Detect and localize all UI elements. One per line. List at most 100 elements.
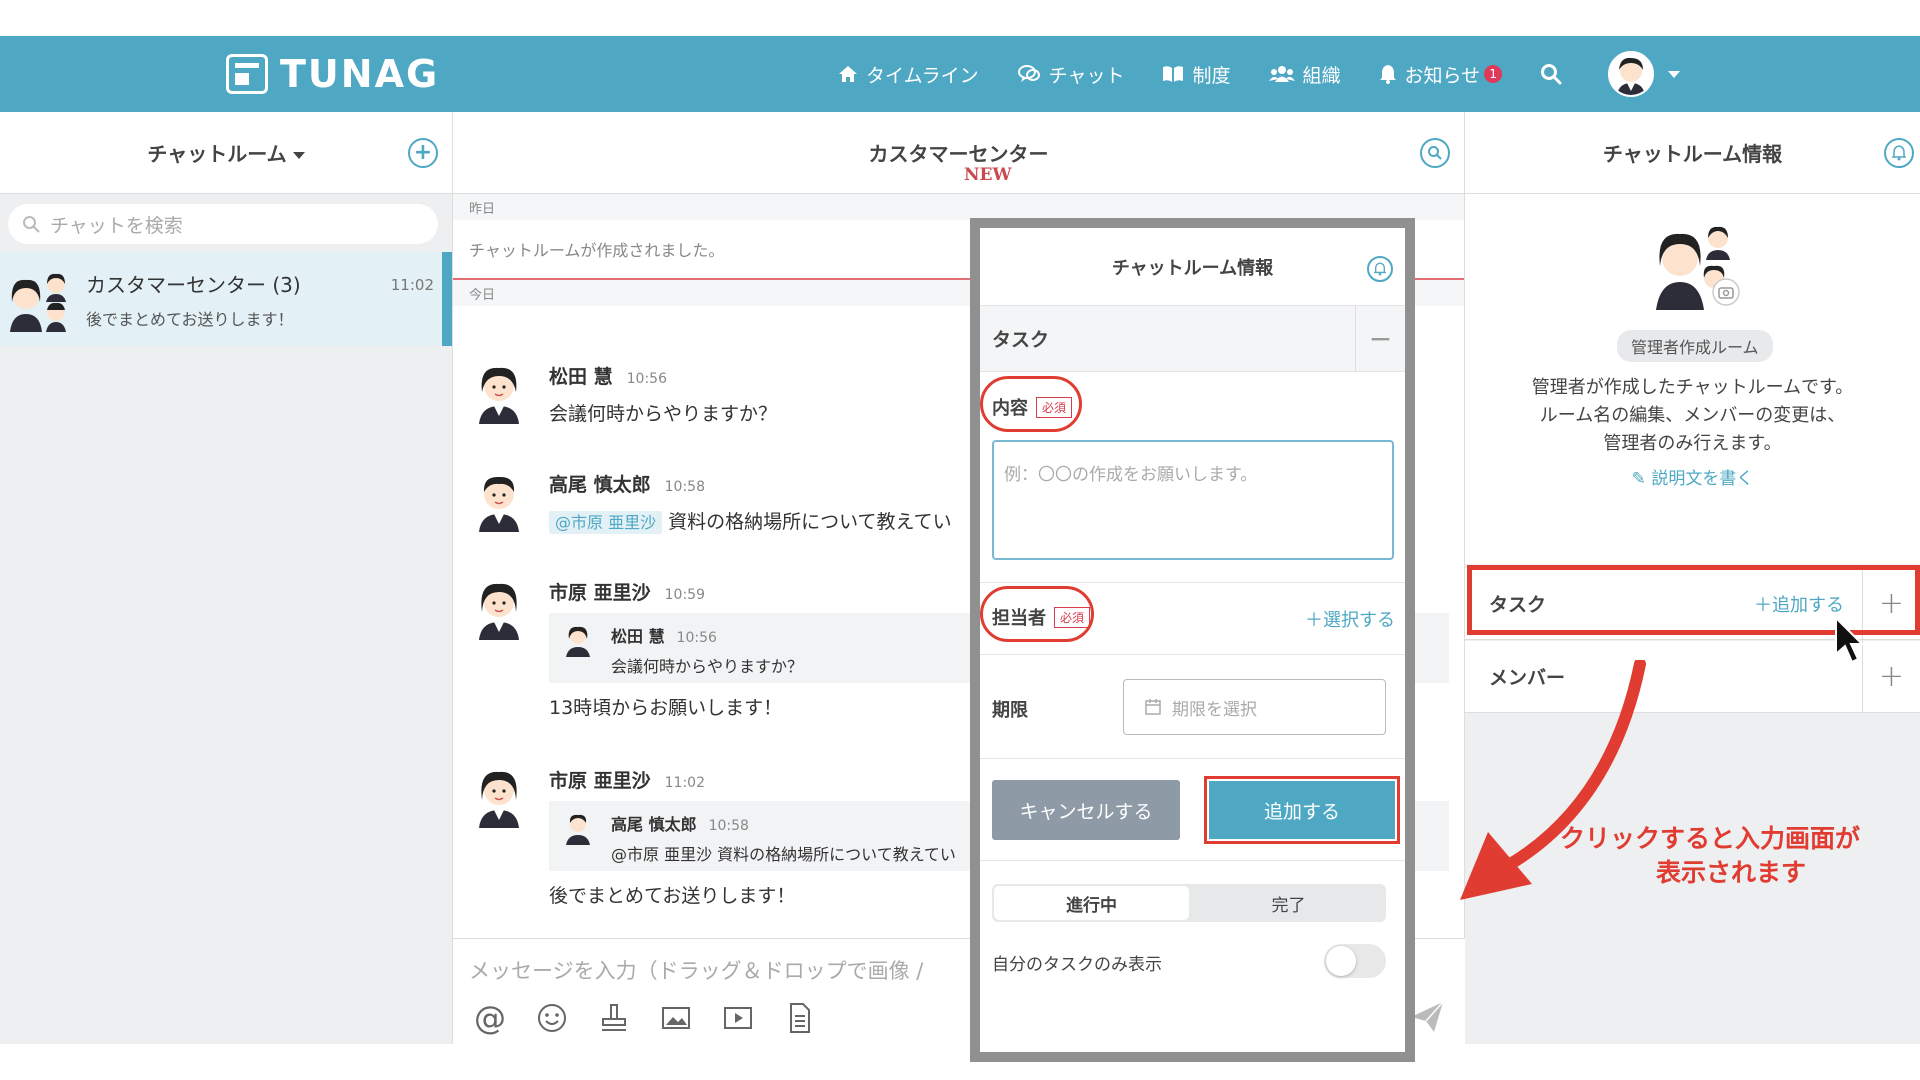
plus-icon: + — [1878, 659, 1905, 694]
nav-system[interactable]: 制度 — [1162, 61, 1231, 88]
group-avatar[interactable] — [1650, 220, 1740, 310]
room-last-message: 後でまとめてお送りします！ — [86, 309, 294, 329]
notification-badge: 1 — [1484, 65, 1503, 83]
user-menu[interactable] — [1608, 51, 1681, 97]
bell-icon — [1374, 262, 1386, 276]
select-assignee-link[interactable]: ＋選択する — [1305, 606, 1395, 632]
avatar — [473, 766, 525, 828]
minus-icon: − — [1368, 322, 1393, 355]
sender-name: 松田 慧 — [549, 366, 613, 388]
own-tasks-label: 自分のタスクのみ表示 — [992, 955, 1162, 975]
due-date-input[interactable]: 期限を選択 — [1123, 679, 1386, 735]
collapse-task-button[interactable]: − — [1355, 306, 1405, 371]
cancel-button[interactable]: キャンセルする — [992, 780, 1180, 840]
avatar — [1608, 51, 1655, 97]
chatroom-dropdown[interactable]: チャットルーム — [147, 138, 305, 167]
message-text: 資料の格納場所について教えてい — [668, 511, 952, 533]
room-description: 管理者が作成したチャットルームです。 ルーム名の編集、メンバーの変更は、 管理者… — [1531, 377, 1854, 454]
task-status-segment: 進行中 完了 — [992, 884, 1386, 922]
popup-header: チャットルーム情報 — [980, 228, 1405, 306]
chatroom-info-header: チャットルーム情報 — [1465, 112, 1920, 194]
new-chatroom-button[interactable]: + — [408, 138, 438, 168]
date-divider: 昨日 — [453, 194, 1464, 220]
chevron-down-icon — [1668, 70, 1681, 78]
group-icon — [1268, 66, 1295, 82]
mouse-cursor-icon — [1835, 616, 1864, 664]
search-button[interactable] — [1540, 63, 1570, 85]
highlight-oval — [980, 376, 1082, 432]
tab-in-progress[interactable]: 進行中 — [994, 886, 1189, 920]
task-content-textarea[interactable]: 例：〇〇の作成をお願いします。 — [992, 440, 1394, 560]
add-task-submit-button[interactable]: 追加する — [1209, 781, 1395, 839]
nav-chat[interactable]: チャット — [1017, 61, 1124, 88]
message-time: 10:58 — [664, 479, 705, 495]
file-icon[interactable] — [781, 999, 819, 1037]
search-icon — [1428, 146, 1442, 160]
chatroom-list-panel: チャットルーム + チャットを検索 カスタマーセンター (3) 後でまとめてお送… — [0, 112, 453, 1044]
logo[interactable]: TUNAG — [226, 52, 439, 96]
message-time: 10:59 — [664, 587, 705, 603]
notification-setting-button[interactable] — [1367, 256, 1393, 282]
chatroom-list-header: チャットルーム + — [0, 112, 452, 194]
avatar — [473, 470, 525, 532]
top-header: TUNAG タイムライン チャット 制度 組織 お知らせ 1 — [0, 36, 1920, 112]
message-input[interactable]: メッセージを入力（ドラッグ＆ドロップで画像 / — [469, 955, 923, 985]
avatar — [563, 811, 593, 845]
message-time: 11:02 — [664, 775, 705, 791]
avatar — [473, 362, 525, 424]
mention-icon[interactable]: @ — [471, 999, 509, 1037]
search-icon — [23, 216, 40, 233]
search-icon — [1541, 64, 1562, 85]
book-icon — [1163, 66, 1184, 82]
divider — [980, 654, 1405, 655]
chat-title: カスタマーセンター — [868, 142, 1049, 166]
divider — [980, 860, 1405, 861]
message-time: 10:56 — [626, 371, 667, 387]
chat-search-input[interactable]: チャットを検索 — [8, 204, 438, 244]
divider — [980, 582, 1405, 583]
calendar-icon — [1145, 699, 1161, 715]
main-nav: タイムライン チャット 制度 組織 お知らせ 1 — [838, 36, 1681, 112]
divider — [980, 758, 1405, 759]
plus-icon: + — [413, 140, 433, 165]
chat-search-button[interactable] — [1420, 138, 1450, 168]
nav-notifications[interactable]: お知らせ 1 — [1379, 61, 1503, 88]
room-name: カスタマーセンター (3) — [86, 272, 301, 297]
write-description-link[interactable]: ✎ 説明文を書く — [1465, 464, 1920, 489]
home-icon — [839, 66, 857, 82]
highlight-oval — [980, 586, 1094, 642]
chat-header: カスタマーセンター — [453, 112, 1464, 194]
caret-down-icon — [292, 152, 305, 159]
nav-organization[interactable]: 組織 — [1268, 61, 1341, 88]
video-icon[interactable] — [719, 999, 757, 1037]
chatroom-item[interactable]: カスタマーセンター (3) 後でまとめてお送りします！ 11:02 — [0, 252, 452, 346]
bell-icon — [1892, 145, 1906, 161]
new-marker: NEW — [964, 165, 1012, 185]
avatar — [473, 578, 525, 640]
task-input-popup: チャットルーム情報 タスク − 内容 必須 例：〇〇の作成をお願いします。 担当… — [970, 218, 1415, 1062]
due-label: 期限 — [992, 700, 1028, 721]
panel-title: チャットルーム情報 — [1602, 142, 1783, 166]
task-section: タスク − — [980, 306, 1405, 372]
room-avatar — [6, 266, 72, 332]
pencil-icon: ✎ — [1631, 469, 1646, 489]
image-icon[interactable] — [657, 999, 695, 1037]
notification-setting-button[interactable] — [1884, 138, 1914, 168]
stamp-icon[interactable] — [595, 999, 633, 1037]
bell-icon — [1379, 65, 1396, 84]
sender-name: 高尾 慎太郎 — [549, 474, 651, 496]
logo-icon — [226, 54, 268, 94]
add-member-button[interactable]: + — [1862, 641, 1920, 712]
chat-icon — [1017, 65, 1040, 82]
room-time: 11:02 — [390, 276, 434, 294]
emoji-icon[interactable] — [533, 999, 571, 1037]
admin-room-tag: 管理者作成ルーム — [1617, 330, 1773, 362]
annotation-text: クリックすると入力画面が 表示されます — [1560, 824, 1861, 887]
sender-name: 市原 亜里沙 — [549, 582, 651, 604]
nav-timeline[interactable]: タイムライン — [838, 61, 979, 88]
avatar — [563, 623, 593, 657]
mention-tag[interactable]: @市原 亜里沙 — [549, 511, 663, 534]
own-tasks-toggle[interactable] — [1324, 944, 1386, 978]
logo-text: TUNAG — [280, 52, 440, 96]
tab-done[interactable]: 完了 — [1191, 884, 1386, 922]
